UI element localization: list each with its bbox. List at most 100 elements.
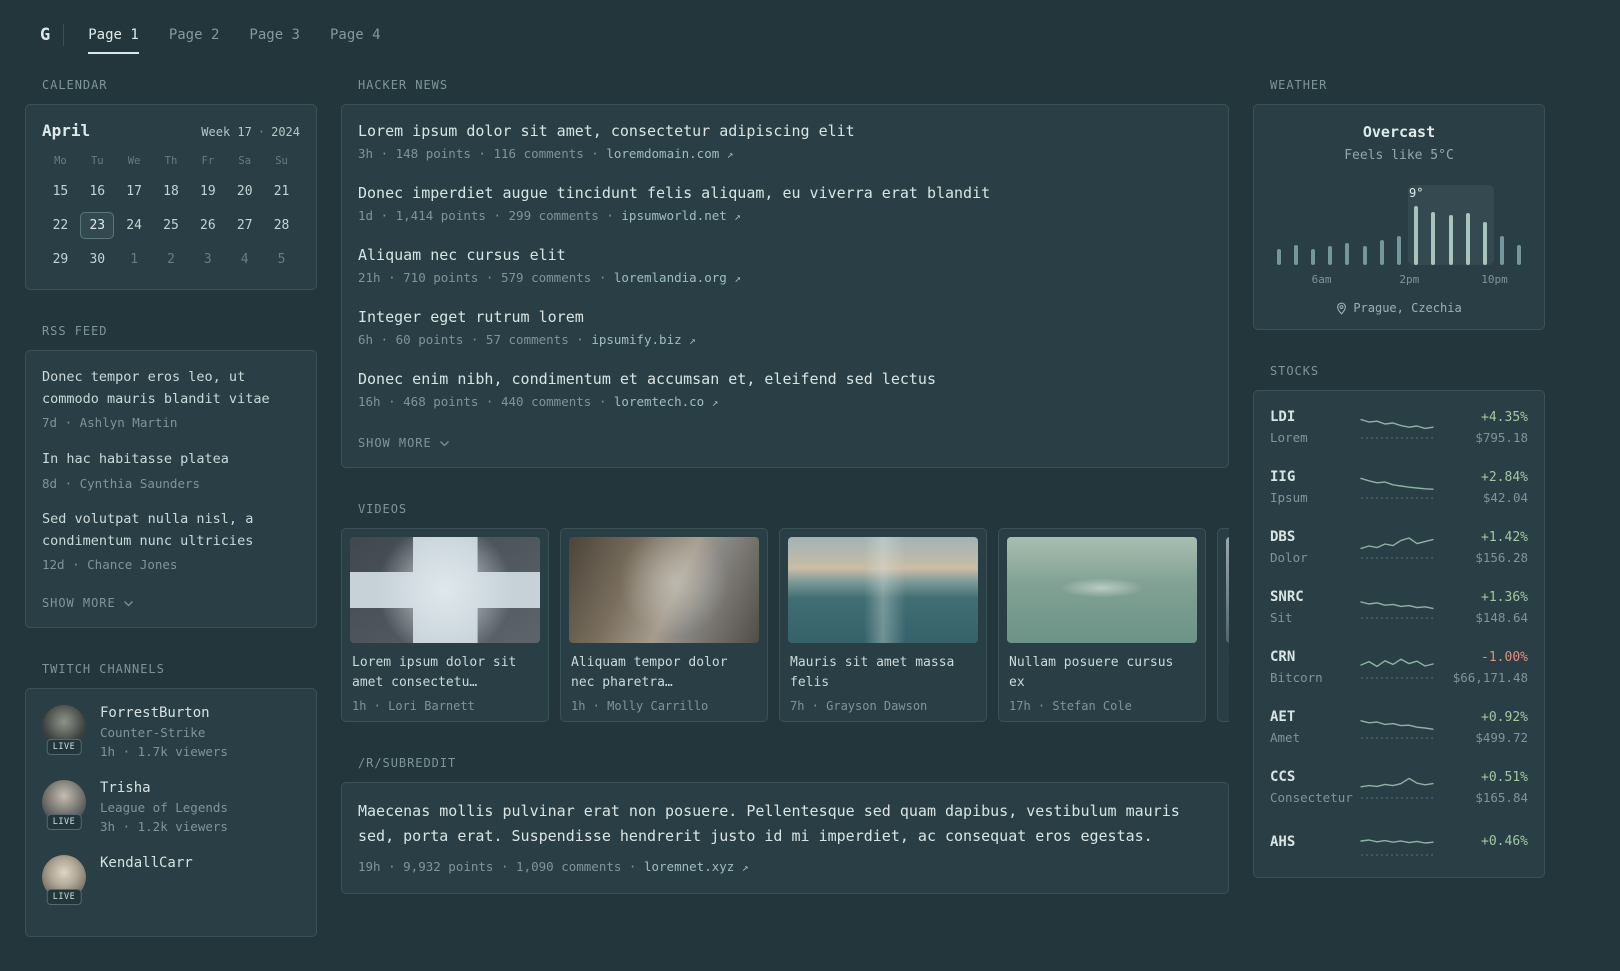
stock-ticker: CCS bbox=[1270, 769, 1296, 785]
stock-row[interactable]: AHS +0.46% bbox=[1270, 817, 1528, 871]
external-link-icon: ↗ bbox=[726, 148, 734, 162]
calendar-widget: CALENDAR April Week 17 · 2024 Mo Tu We Th Fr Sa… bbox=[25, 78, 317, 290]
stock-price: $499.72 bbox=[1475, 729, 1528, 745]
calendar-day[interactable]: 3 bbox=[191, 246, 225, 273]
stock-row[interactable]: SNRC Sit +1.36% $148.64 bbox=[1270, 577, 1528, 637]
hn-item-title[interactable]: Donec enim nibh, condimentum et accumsan… bbox=[358, 369, 1212, 389]
stock-id: AHS bbox=[1270, 834, 1358, 855]
calendar-day[interactable]: 29 bbox=[43, 246, 77, 273]
hn-item-title[interactable]: Integer eget rutrum lorem bbox=[358, 307, 1212, 327]
stock-ticker: LDI bbox=[1270, 409, 1296, 425]
video-title[interactable]: Suspendisse diam bbox=[1228, 653, 1229, 693]
page-tab[interactable]: Page 3 bbox=[249, 27, 300, 43]
hn-item-title[interactable]: Aliquam nec cursus elit bbox=[358, 245, 1212, 265]
stock-price: $795.18 bbox=[1475, 429, 1528, 445]
video-thumbnail[interactable] bbox=[569, 537, 759, 643]
video-thumbnail[interactable] bbox=[350, 537, 540, 643]
video-thumbnail[interactable] bbox=[788, 537, 978, 643]
calendar-day[interactable]: 26 bbox=[191, 212, 225, 239]
stock-row[interactable]: DBS Dolor +1.42% $156.28 bbox=[1270, 517, 1528, 577]
calendar-day[interactable]: 25 bbox=[154, 212, 188, 239]
video-thumbnail[interactable] bbox=[1226, 537, 1229, 643]
stock-name: Ipsum bbox=[1270, 490, 1308, 505]
hn-item-title[interactable]: Lorem ipsum dolor sit amet, consectetur … bbox=[358, 121, 1212, 141]
rss-item: In hac habitasse platea 8d · Cynthia Sau… bbox=[42, 449, 300, 493]
hn-item-domain-link[interactable]: loremdomain.com ↗ bbox=[606, 146, 733, 161]
video-card[interactable]: Nullam posuere cursus ex 17h · Stefan Co… bbox=[998, 528, 1206, 723]
calendar-day[interactable]: 27 bbox=[228, 212, 262, 239]
weather-chart: 9° bbox=[1270, 185, 1528, 265]
weather-bar bbox=[1465, 213, 1470, 265]
post-domain-link[interactable]: loremnet.xyz ↗ bbox=[644, 859, 748, 874]
calendar-day[interactable]: 24 bbox=[117, 212, 151, 239]
stock-sparkline bbox=[1360, 537, 1434, 559]
calendar-day[interactable]: 20 bbox=[228, 178, 262, 205]
stock-change: +0.92% bbox=[1481, 709, 1528, 725]
rss-card: Donec tempor eros leo, ut commodo mauris… bbox=[25, 350, 317, 629]
rss-item-title[interactable]: Donec tempor eros leo, ut commodo mauris… bbox=[42, 367, 300, 410]
calendar-day[interactable]: 1 bbox=[117, 246, 151, 273]
calendar-day[interactable]: 15 bbox=[43, 178, 77, 205]
calendar-weekday: Mo bbox=[54, 155, 67, 167]
rss-item-meta: 12d · Chance Jones bbox=[42, 557, 178, 573]
calendar-day[interactable]: 4 bbox=[228, 246, 262, 273]
twitch-channel-row[interactable]: LIVE Trisha League of Legends 3h · 1.2k … bbox=[42, 780, 300, 834]
page-tab[interactable]: Page 1 bbox=[88, 27, 139, 54]
page-tab[interactable]: Page 2 bbox=[169, 27, 220, 43]
post-title[interactable]: Maecenas mollis pulvinar erat non posuer… bbox=[358, 799, 1212, 849]
middle-column: HACKER NEWS Lorem ipsum dolor sit amet, … bbox=[341, 78, 1229, 928]
calendar-day[interactable]: 18 bbox=[154, 178, 188, 205]
twitch-channel-row[interactable]: LIVE KendallCarr bbox=[42, 855, 300, 906]
weather-bar-column bbox=[1476, 185, 1494, 265]
twitch-channel-list: LIVE ForrestBurton Counter-Strike 1h · 1… bbox=[42, 705, 300, 906]
video-card[interactable]: Suspendisse diam 18h · Tara bbox=[1217, 528, 1229, 723]
calendar-day[interactable]: 30 bbox=[80, 246, 114, 273]
calendar-day[interactable]: 22 bbox=[43, 212, 77, 239]
video-title[interactable]: Aliquam tempor dolor nec pharetra… bbox=[571, 653, 757, 693]
stock-ticker: AET bbox=[1270, 709, 1296, 725]
hn-item-domain-link[interactable]: ipsumworld.net ↗ bbox=[621, 208, 741, 223]
hn-item-title[interactable]: Donec imperdiet augue tincidunt felis al… bbox=[358, 183, 1212, 203]
calendar-day[interactable]: 5 bbox=[265, 246, 299, 273]
hn-item-domain-link[interactable]: ipsumify.biz ↗ bbox=[591, 332, 695, 347]
calendar-day[interactable]: 21 bbox=[265, 178, 299, 205]
calendar-day[interactable]: 23 bbox=[80, 212, 115, 239]
video-title[interactable]: Mauris sit amet massa felis bbox=[790, 653, 976, 693]
channel-name[interactable]: ForrestBurton bbox=[100, 705, 228, 721]
stock-row[interactable]: CRN Bitcorn -1.00% $66,171.48 bbox=[1270, 637, 1528, 697]
rss-item-title[interactable]: Sed volutpat nulla nisl, a condimentum n… bbox=[42, 509, 300, 552]
channel-name[interactable]: KendallCarr bbox=[100, 855, 193, 871]
stock-row[interactable]: LDI Lorem +4.35% $795.18 bbox=[1270, 397, 1528, 457]
video-title[interactable]: Nullam posuere cursus ex bbox=[1009, 653, 1195, 693]
video-card[interactable]: Aliquam tempor dolor nec pharetra… 1h · … bbox=[560, 528, 768, 723]
weather-bar-column: 9° bbox=[1407, 185, 1425, 265]
calendar-day[interactable]: 19 bbox=[191, 178, 225, 205]
stock-change: +0.51% bbox=[1481, 769, 1528, 785]
hn-item-domain-link[interactable]: loremtech.co ↗ bbox=[614, 394, 718, 409]
rss-item-title[interactable]: In hac habitasse platea bbox=[42, 449, 300, 471]
rss-show-more-button[interactable]: SHOW MORE bbox=[42, 596, 134, 610]
stock-row[interactable]: CCS Consectetur +0.51% $165.84 bbox=[1270, 757, 1528, 817]
twitch-channel-row[interactable]: LIVE ForrestBurton Counter-Strike 1h · 1… bbox=[42, 705, 300, 759]
hn-show-more-button[interactable]: SHOW MORE bbox=[358, 436, 450, 450]
calendar-day[interactable]: 28 bbox=[265, 212, 299, 239]
channel-name[interactable]: Trisha bbox=[100, 780, 228, 796]
app-logo[interactable]: G bbox=[25, 25, 63, 45]
channel-viewers: 1h · 1.7k viewers bbox=[100, 744, 228, 760]
stock-row[interactable]: AET Amet +0.92% $499.72 bbox=[1270, 697, 1528, 757]
rss-item-meta: 7d · Ashlyn Martin bbox=[42, 415, 178, 431]
hn-item-domain-link[interactable]: loremlandia.org ↗ bbox=[614, 270, 741, 285]
video-title[interactable]: Lorem ipsum dolor sit amet consectetu… bbox=[352, 653, 538, 693]
rss-widget: RSS FEED Donec tempor eros leo, ut commo… bbox=[25, 324, 317, 629]
rss-widget-title: RSS FEED bbox=[42, 324, 108, 338]
stock-row[interactable]: IIG Ipsum +2.84% $42.04 bbox=[1270, 457, 1528, 517]
stock-values: +0.51% $165.84 bbox=[1436, 770, 1528, 805]
calendar-day[interactable]: 2 bbox=[154, 246, 188, 273]
weather-bar-column bbox=[1459, 185, 1477, 265]
video-card[interactable]: Mauris sit amet massa felis 7h · Grayson… bbox=[779, 528, 987, 723]
video-card[interactable]: Lorem ipsum dolor sit amet consectetu… 1… bbox=[341, 528, 549, 723]
calendar-day[interactable]: 16 bbox=[80, 178, 114, 205]
video-thumbnail[interactable] bbox=[1007, 537, 1197, 643]
page-tab[interactable]: Page 4 bbox=[330, 27, 381, 43]
calendar-day[interactable]: 17 bbox=[117, 178, 151, 205]
